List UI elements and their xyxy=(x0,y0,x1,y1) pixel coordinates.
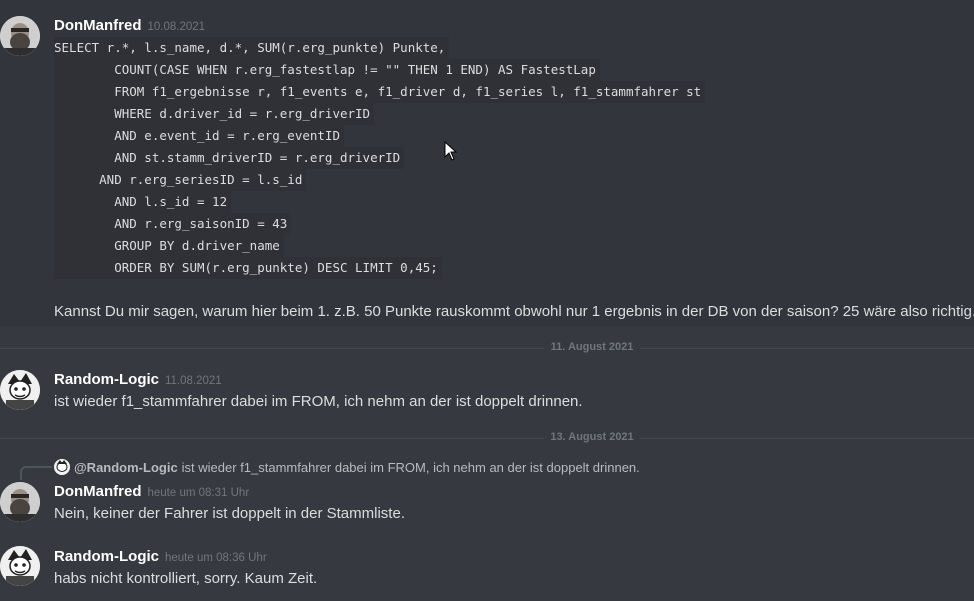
message-randomlogic-1: Random-Logic 11.08.2021 ist wieder f1_sta… xyxy=(0,360,974,420)
date-divider-label: 11. August 2021 xyxy=(544,341,640,353)
message-donmanfred-1: DonManfred 10.08.2021 SELECT r.*, l.s_nam… xyxy=(0,0,974,326)
bearded-man-avatar-icon xyxy=(0,482,40,522)
username[interactable]: Random-Logic heute um 08:36 Uhr xyxy=(54,548,267,565)
code-line: WHERE d.driver_id = r.erg_driverID xyxy=(54,103,375,125)
message-text: ist wieder f1_stammfahrer dabei im FROM,… xyxy=(54,393,583,410)
code-line: AND r.erg_seriesID = l.s_id xyxy=(54,169,307,191)
avatar[interactable] xyxy=(0,16,40,56)
reply-text: @Random-Logic ist wieder f1_stammfahrer d… xyxy=(74,460,640,475)
code-line: ORDER BY SUM(r.erg_punkte) DESC LIMIT 0,… xyxy=(54,257,442,279)
message-text: habs nicht kontrolliert, sorry. Kaum Zei… xyxy=(54,570,318,587)
username[interactable]: DonManfred heute um 08:31 Uhr xyxy=(54,483,249,500)
avatar[interactable] xyxy=(0,370,40,410)
code-line: FROM f1_ergebnisse r, f1_events e, f1_dr… xyxy=(54,81,706,103)
username[interactable]: DonManfred 10.08.2021 xyxy=(54,17,205,34)
code-line: SELECT r.*, l.s_name, d.*, SUM(r.erg_pun… xyxy=(54,37,450,59)
code-line: GROUP BY d.driver_name xyxy=(54,235,284,257)
reply-author[interactable]: @Random-Logic xyxy=(74,460,178,475)
message-text: Nein, keiner der Fahrer ist doppelt in d… xyxy=(54,505,405,522)
message-randomlogic-2: Random-Logic heute um 08:36 Uhr habs nich… xyxy=(0,538,974,598)
reply-spine xyxy=(20,466,52,480)
reply-avatar xyxy=(54,459,70,475)
username[interactable]: Random-Logic 11.08.2021 xyxy=(54,371,222,388)
cartoon-character-avatar-icon xyxy=(54,459,70,475)
code-line: AND r.erg_saisonID = 43 xyxy=(54,213,292,235)
message-text: Kannst Du mir sagen, warum hier beim 1. … xyxy=(54,303,974,320)
reply-content: ist wieder f1_stammfahrer dabei im FROM,… xyxy=(181,460,640,475)
cartoon-character-avatar-icon xyxy=(0,370,40,410)
date-divider: 11. August 2021 xyxy=(0,341,974,353)
code-line: AND l.s_id = 12 xyxy=(54,191,232,213)
mouse-pointer-icon xyxy=(444,140,458,166)
timestamp: heute um 08:31 Uhr xyxy=(147,487,250,499)
timestamp: 11.08.2021 xyxy=(165,375,222,387)
timestamp: heute um 08:36 Uhr xyxy=(165,552,267,564)
code-line: AND st.stamm_driverID = r.erg_driverID xyxy=(54,147,405,169)
avatar[interactable] xyxy=(0,546,40,586)
date-divider-label: 13. August 2021 xyxy=(544,431,640,443)
bearded-man-avatar-icon xyxy=(0,16,40,56)
cartoon-character-avatar-icon xyxy=(0,546,40,586)
reply-preview[interactable]: @Random-Logic ist wieder f1_stammfahrer d… xyxy=(0,458,974,480)
timestamp: 10.08.2021 xyxy=(147,21,206,33)
message-donmanfred-2: @Random-Logic ist wieder f1_stammfahrer d… xyxy=(0,458,974,528)
code-line: AND e.event_id = r.erg_eventID xyxy=(54,125,344,147)
date-divider: 13. August 2021 xyxy=(0,431,974,443)
code-line: COUNT(CASE WHEN r.erg_fastestlap != "" T… xyxy=(54,59,600,81)
avatar[interactable] xyxy=(0,482,40,522)
